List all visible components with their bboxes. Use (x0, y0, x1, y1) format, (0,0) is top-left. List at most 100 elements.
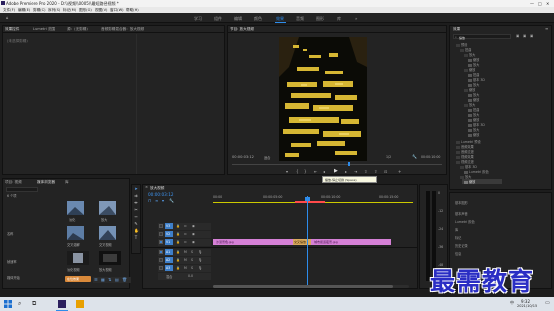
sync-icon[interactable]: ⇔ (184, 240, 187, 244)
snap-icon[interactable]: ⊓ (148, 198, 151, 203)
track-header-mix[interactable]: 混合 0.0 (158, 273, 211, 280)
timeline-playhead[interactable] (307, 196, 308, 286)
type-tool-icon[interactable]: T (134, 236, 138, 240)
menu-help[interactable]: 帮助(H) (126, 8, 139, 13)
timeline-settings-icon[interactable]: 🔧 (169, 198, 174, 203)
go-to-in-icon[interactable]: ⇤ (314, 169, 317, 174)
menu-marker[interactable]: 标记(M) (63, 8, 76, 13)
step-forward-icon[interactable]: ▸ (345, 169, 347, 174)
project-search-input[interactable] (6, 187, 38, 192)
pen-tool-icon[interactable]: ✎ (134, 222, 138, 226)
32bit-icon[interactable]: ▣ (523, 34, 526, 38)
track-select-tool-icon[interactable]: ⇉ (134, 194, 138, 198)
source-patch-icon[interactable] (159, 250, 163, 254)
clip-desert[interactable]: 沙漠景色.jpg (213, 239, 293, 245)
workspace-graphics[interactable]: 图形 (316, 16, 324, 22)
input-language[interactable]: 中 (510, 300, 514, 306)
workspace-assembly[interactable]: 组件 (214, 16, 222, 22)
yuv-icon[interactable]: ▣ (530, 34, 533, 38)
transition-cross-zoom[interactable]: 交叉缩放 (293, 239, 311, 245)
sync-icon[interactable]: ⇔ (184, 224, 187, 228)
mic-icon[interactable]: 🎙 (198, 266, 202, 270)
sort-icon[interactable]: ⇅ (108, 277, 111, 282)
menu-window[interactable]: 窗口(W) (110, 8, 124, 13)
razor-tool-icon[interactable]: ✂ (134, 208, 138, 212)
panel-menu-icon[interactable]: ≡ (545, 26, 548, 31)
go-to-out-icon[interactable]: ⇥ (354, 169, 357, 174)
tree-item-selected[interactable]: 缩放 (464, 179, 475, 184)
track-header-v1[interactable]: V1 🔒 ⇔ ◉ (158, 239, 211, 246)
ripple-edit-tool-icon[interactable]: ⇹ (134, 201, 138, 205)
source-patch-icon[interactable] (159, 224, 163, 228)
mute-icon[interactable]: M (184, 250, 187, 254)
panel-essential-graphics[interactable]: 基本图形 (455, 200, 468, 205)
eye-icon[interactable]: ◉ (192, 224, 195, 228)
maximize-icon[interactable]: □ (538, 1, 542, 6)
mic-icon[interactable]: 🎙 (198, 258, 202, 262)
program-timecode[interactable]: 00:00:03:12 (232, 155, 254, 159)
panel-essential-sound[interactable]: 基本声音 (455, 211, 468, 216)
step-back-icon[interactable]: ◂ (323, 169, 325, 174)
file-explorer-icon[interactable] (76, 300, 84, 308)
mix-value[interactable]: 0.0 (188, 274, 193, 278)
eye-icon[interactable]: ◉ (192, 232, 195, 236)
slip-tool-icon[interactable]: ⇿ (134, 215, 138, 219)
track-target[interactable]: A1 (165, 249, 173, 255)
trash-icon[interactable]: 🗑 (122, 277, 127, 282)
clock-time[interactable]: 9:32 (521, 299, 530, 304)
icon-view-icon[interactable]: ▦ (101, 277, 105, 282)
play-icon[interactable]: ▶ (334, 168, 338, 174)
thumbnail[interactable] (67, 251, 89, 265)
thumbnail[interactable] (99, 226, 116, 240)
menu-view[interactable]: 视图(V) (95, 8, 107, 13)
panel-libraries[interactable]: 库 (455, 227, 458, 232)
thumbnail[interactable] (67, 201, 84, 215)
scrollbar-thumb[interactable] (213, 285, 393, 288)
track-header-v2[interactable]: V2 🔒 ⇔ ◉ (158, 231, 211, 238)
track-target[interactable]: A3 (165, 265, 173, 271)
thumbnail[interactable] (99, 201, 116, 215)
track-target[interactable]: V2 (165, 231, 173, 237)
timeline-close-icon[interactable]: × (145, 185, 148, 189)
extract-icon[interactable]: ⇪ (374, 169, 377, 174)
clock-date[interactable]: 2021/10/15 (517, 304, 537, 308)
lock-icon[interactable]: 🔒 (176, 224, 180, 228)
lock-icon[interactable]: 🔒 (176, 240, 180, 244)
effects-search-input[interactable]: ⌕ 缩放 (453, 34, 511, 40)
mark-in-icon[interactable]: { (296, 169, 299, 174)
program-scrub-bar[interactable] (232, 164, 442, 165)
lift-icon[interactable]: ⇧ (364, 169, 367, 174)
lock-icon[interactable]: 🔒 (176, 232, 180, 236)
workspace-more-icon[interactable]: » (355, 16, 357, 21)
tab-libraries[interactable]: 库 (65, 180, 69, 185)
eye-icon[interactable]: ◉ (192, 240, 195, 244)
source-patch-icon[interactable] (159, 240, 163, 244)
new-bin-icon[interactable]: ▤ (115, 277, 119, 282)
solo-icon[interactable]: S (191, 258, 193, 262)
notification-icon[interactable]: ▭ (545, 300, 550, 306)
playhead-handle[interactable] (305, 197, 310, 201)
source-patch-icon[interactable] (159, 266, 163, 270)
track-header-a1[interactable]: A1 🔒 M S 🎙 (158, 249, 211, 256)
source-patch-icon[interactable] (159, 258, 163, 262)
task-view-icon[interactable]: ⧉ (32, 300, 36, 308)
home-icon[interactable]: ⌂ (6, 15, 9, 20)
workspace-learn[interactable]: 学习 (194, 16, 202, 22)
mark-out-icon[interactable]: } (304, 169, 307, 174)
panel-info[interactable]: 信息 (455, 251, 461, 256)
solo-icon[interactable]: S (191, 266, 193, 270)
workspace-audio[interactable]: 音频 (296, 16, 304, 22)
list-view-icon[interactable]: ☰ (94, 277, 98, 282)
hand-tool-icon[interactable]: ✋ (134, 229, 139, 233)
mic-icon[interactable]: 🎙 (198, 250, 202, 254)
track-header-a3[interactable]: A3 🔒 M S 🎙 (158, 265, 211, 272)
accelerated-icon[interactable]: ▣ (516, 34, 519, 38)
timeline-scrollbar[interactable] (213, 285, 409, 288)
fit-dropdown[interactable]: 适合 (264, 155, 270, 160)
solo-icon[interactable]: S (191, 250, 193, 254)
quality-dropdown[interactable]: 1/2 (386, 155, 391, 159)
menu-file[interactable]: 文件(F) (3, 8, 15, 13)
in-place-effect-button[interactable]: 在位效果 (65, 276, 91, 282)
menu-sequence[interactable]: 序列(S) (48, 8, 60, 13)
premiere-taskbar-icon[interactable] (58, 300, 66, 308)
